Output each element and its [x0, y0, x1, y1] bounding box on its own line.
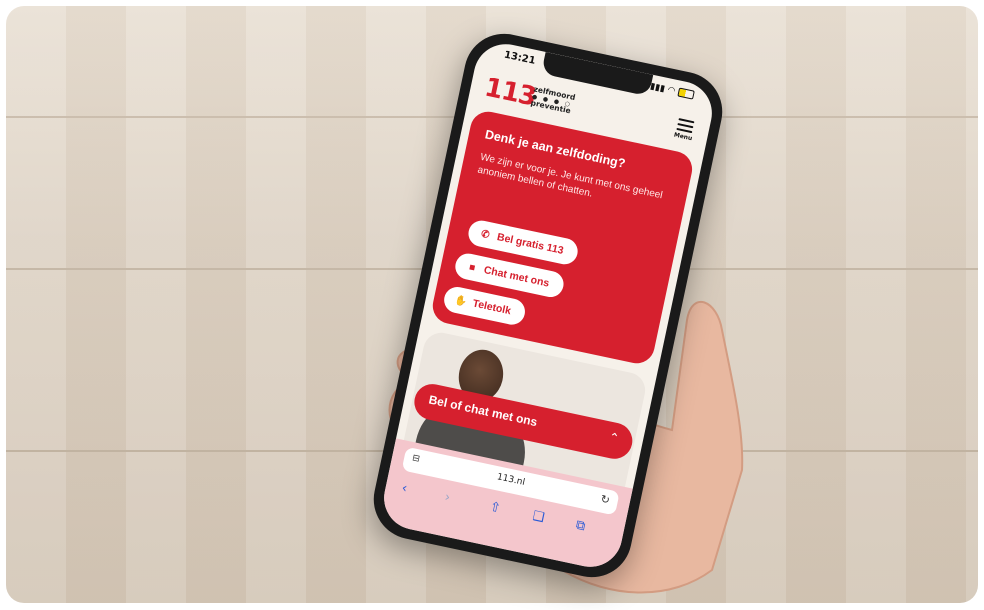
chat-label: Chat met ons	[482, 264, 551, 290]
battery-icon	[677, 87, 695, 100]
menu-button[interactable]: Menu	[672, 115, 697, 143]
teletolk-button[interactable]: ✋ Teletolk	[441, 284, 528, 328]
signal-wifi-battery-icon: ▮▮▮ ◠	[649, 82, 695, 101]
tabs-icon[interactable]: ⧉	[574, 518, 586, 535]
share-icon[interactable]: ⇧	[488, 499, 502, 516]
back-icon[interactable]: ‹	[400, 481, 408, 497]
call-113-label: Bel gratis 113	[495, 231, 565, 257]
chat-icon: ■	[468, 261, 477, 274]
chevron-up-icon: ⌃	[607, 429, 621, 446]
phone-icon: ✆	[480, 228, 491, 242]
forward-icon[interactable]: ›	[443, 490, 451, 506]
hero-card: Denk je aan zelfdoding? We zijn er voor …	[429, 108, 696, 367]
teletolk-label: Teletolk	[471, 297, 513, 318]
status-time: 13:21	[502, 49, 537, 67]
bookmarks-icon[interactable]: ❑	[531, 509, 546, 526]
hero-intro: We zijn er voor je. Je kunt met ons gehe…	[476, 151, 664, 202]
hand-icon: ✋	[453, 294, 469, 308]
